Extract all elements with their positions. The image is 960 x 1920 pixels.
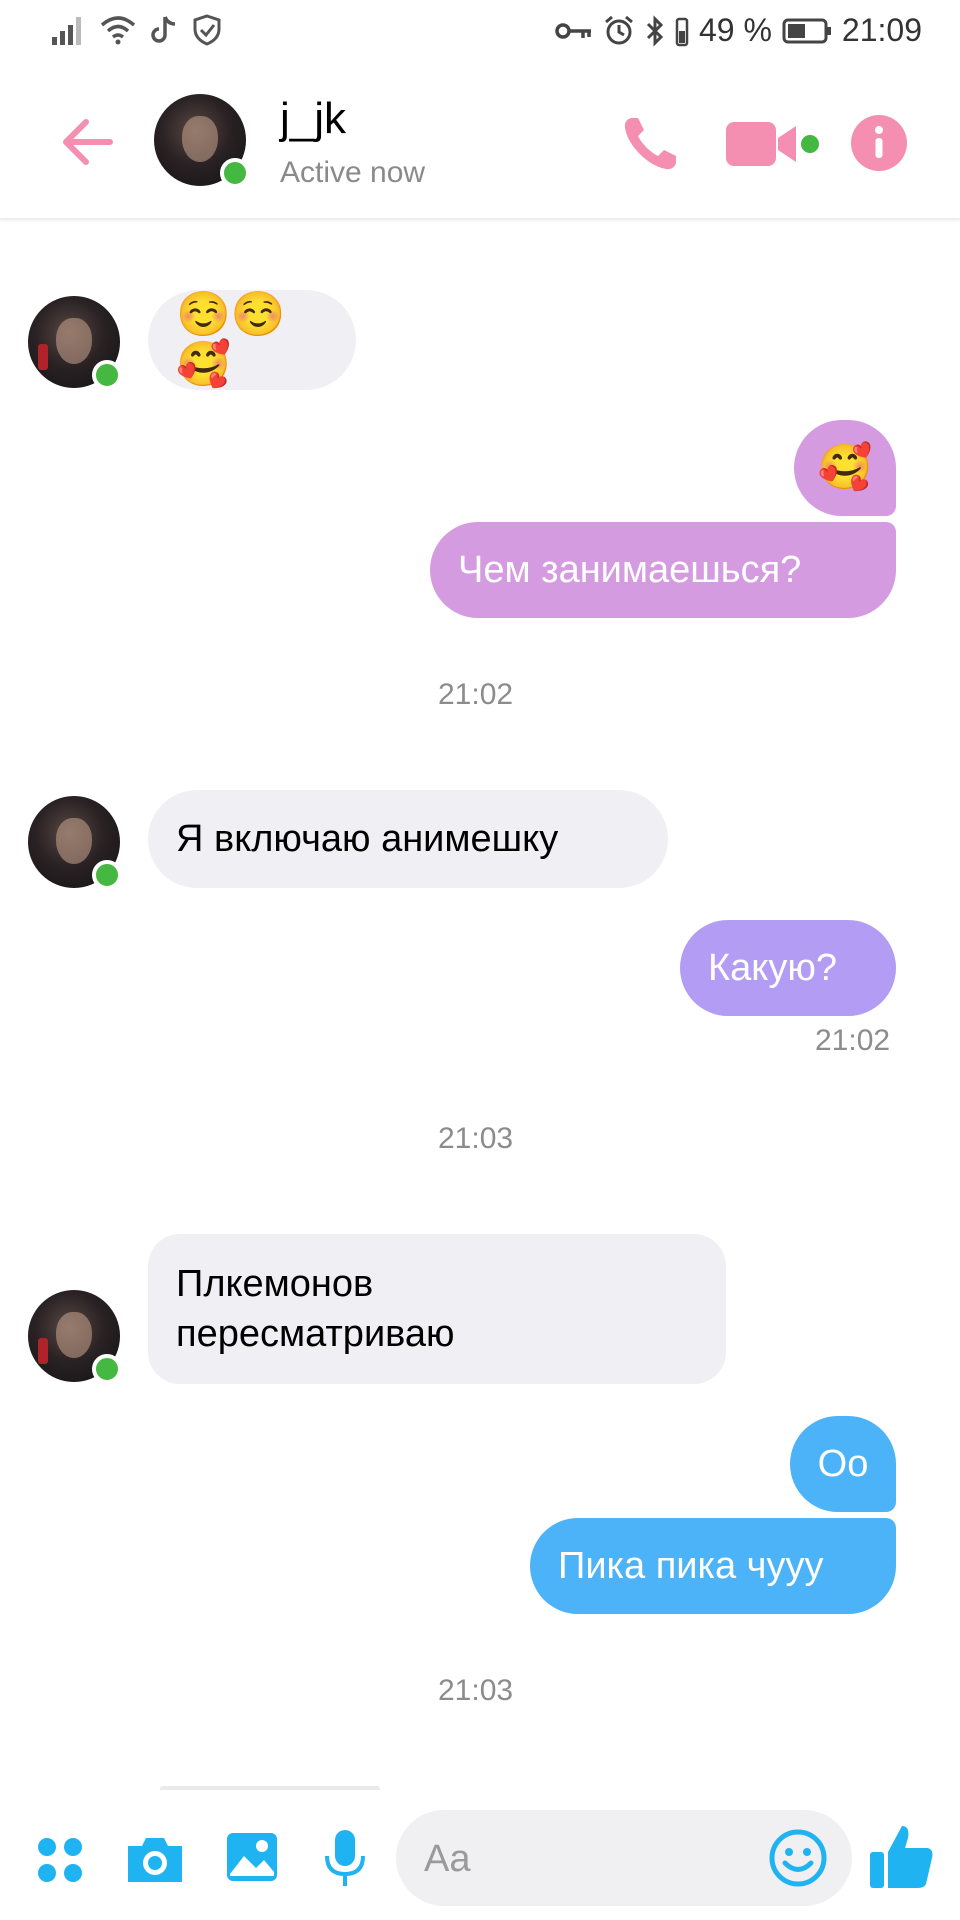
- message-text: Чем занимаешься?: [458, 549, 802, 591]
- status-time: 21:09: [841, 12, 922, 48]
- status-bar: 49 % 21:09: [0, 0, 960, 64]
- gallery-icon[interactable]: [224, 1830, 280, 1884]
- online-indicator: [220, 158, 250, 188]
- status-left-icons: [52, 14, 222, 46]
- back-arrow-icon[interactable]: [58, 112, 118, 172]
- info-icon[interactable]: [850, 114, 908, 172]
- signal-icon: [52, 17, 81, 45]
- message-text: Оо: [817, 1443, 869, 1485]
- incoming-message[interactable]: Я включаю анимешку: [148, 790, 668, 888]
- thumbs-up-icon[interactable]: [868, 1822, 936, 1892]
- message-input[interactable]: [422, 1828, 756, 1890]
- message-text: Пика пика чууу: [558, 1545, 824, 1587]
- online-indicator: [92, 360, 122, 390]
- video-camera-icon[interactable]: [724, 116, 820, 172]
- contact-avatar-small[interactable]: [28, 796, 122, 890]
- incoming-message[interactable]: ☺️☺️🥰: [148, 290, 356, 390]
- camera-icon[interactable]: [124, 1832, 186, 1886]
- bluetooth-icon: [646, 14, 664, 47]
- key-icon: [555, 22, 591, 39]
- contact-status: Active now: [280, 156, 426, 189]
- conversation-header: j_jk Active now: [0, 64, 960, 220]
- contact-avatar-small[interactable]: [28, 296, 122, 390]
- outgoing-message[interactable]: 🥰: [794, 420, 896, 516]
- message-input-container[interactable]: [396, 1810, 852, 1906]
- message-text: ☺️☺️🥰: [176, 290, 286, 389]
- outgoing-message[interactable]: Пика пика чууу: [530, 1518, 896, 1614]
- apps-icon[interactable]: [36, 1836, 84, 1884]
- battery-percent: 49 %: [698, 12, 772, 48]
- online-indicator: [92, 860, 122, 890]
- outgoing-message[interactable]: Чем занимаешься?: [430, 522, 896, 618]
- composer-bar: [0, 1790, 960, 1920]
- avatar-face: [182, 116, 218, 162]
- microphone-icon[interactable]: [322, 1828, 368, 1888]
- timestamp-divider: 21:03: [438, 1122, 514, 1155]
- message-text: Плкемонов пересматриваю: [176, 1263, 455, 1355]
- message-text: Я включаю анимешку: [176, 818, 559, 860]
- delivered-time: 21:02: [815, 1024, 891, 1057]
- emoji-icon[interactable]: [768, 1828, 828, 1888]
- contact-avatar[interactable]: [154, 94, 250, 188]
- message-text: 🥰: [817, 443, 873, 492]
- alarm-icon: [605, 15, 633, 44]
- tiktok-icon: [151, 16, 176, 43]
- outgoing-message[interactable]: Оо: [790, 1416, 896, 1512]
- contact-name[interactable]: j_jk: [280, 94, 346, 144]
- timestamp-divider: 21:03: [438, 1674, 514, 1707]
- timestamp-divider: 21:02: [438, 678, 514, 711]
- shield-check-icon: [193, 14, 221, 46]
- battery-icon: [782, 18, 831, 43]
- online-indicator: [92, 1354, 122, 1384]
- incoming-message[interactable]: Плкемонов пересматриваю: [148, 1234, 726, 1384]
- status-right-icons: 49 % 21:09: [555, 12, 922, 49]
- outgoing-message[interactable]: Какую?: [680, 920, 896, 1016]
- contact-avatar-small[interactable]: [28, 1290, 122, 1384]
- battery-small-icon: [675, 17, 689, 46]
- message-text: Какую?: [708, 947, 837, 989]
- wifi-icon: [100, 16, 136, 45]
- phone-icon[interactable]: [618, 112, 682, 176]
